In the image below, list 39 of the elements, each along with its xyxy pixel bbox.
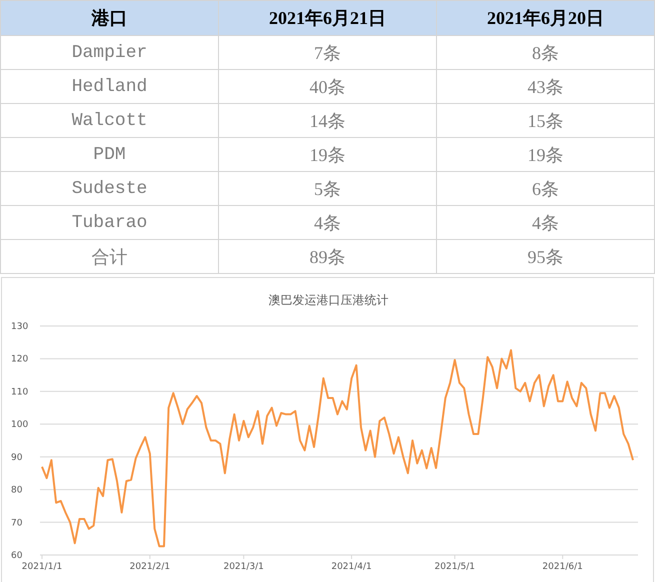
table-cell: Tubarao [0,206,218,240]
table-cell: Dampier [0,36,218,70]
table-cell: 4条 [436,206,654,240]
table-cell: PDM [0,138,218,172]
table-cell: 合计 [0,240,218,274]
table-cell: 19条 [436,138,654,172]
table-cell: Sudeste [0,172,218,206]
table-cell: 43条 [436,70,654,104]
table-cell: 6条 [436,172,654,206]
axis-label: 110 [11,387,28,398]
table-cell: 4条 [218,206,436,240]
axis-label: 60 [11,551,22,561]
axis-label: 70 [11,518,22,528]
axis-label: 2021/2/1 [130,562,170,572]
table-cell: 14条 [218,104,436,138]
table-cell: 8条 [436,36,654,70]
axis-label: 2021/4/1 [331,562,372,572]
table-cell: 95条 [436,240,654,274]
header-cell: 2021年6月20日 [436,0,654,36]
axis-label: 2021/3/1 [223,562,264,572]
table-cell: 7条 [218,36,436,70]
chart-title: 澳巴发运港口压港统计 [268,293,388,307]
table-cell: 40条 [218,70,436,104]
axis-label: 2021/1/1 [22,562,62,572]
axis-label: 2021/6/1 [542,562,583,572]
header-cell: 港口 [0,0,218,36]
axis-label: 100 [11,420,28,430]
axis-label: 120 [11,354,28,365]
table-cell: 15条 [436,104,654,138]
table-cell: 19条 [218,138,436,172]
axis-label: 130 [11,322,28,332]
table-cell: Walcott [0,104,218,138]
header-cell: 2021年6月21日 [218,0,436,36]
axis-label: 2021/5/1 [434,562,475,572]
table-cell: 5条 [218,172,436,206]
table-cell: Hedland [0,70,218,104]
axis-label: 80 [11,486,22,496]
axis-label: 90 [11,452,22,463]
table-cell: 89条 [218,240,436,274]
